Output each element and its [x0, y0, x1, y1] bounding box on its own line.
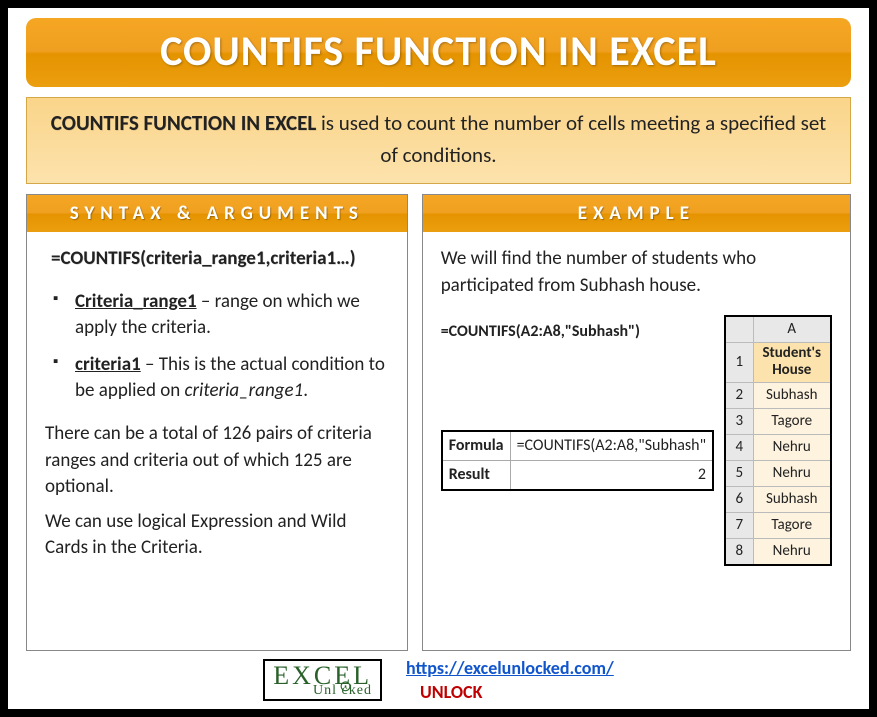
- row-header: 4: [725, 434, 753, 460]
- title-banner: COUNTIFS FUNCTION IN EXCEL: [26, 18, 851, 87]
- table-row: 5Nehru: [725, 460, 831, 486]
- corner-cell: [725, 316, 753, 343]
- column-header: A: [753, 316, 831, 343]
- row-header: 7: [725, 512, 753, 538]
- description-rest: is used to count the number of cells mee…: [316, 110, 826, 168]
- table-row: 8Nehru: [725, 538, 831, 565]
- argument-item: criteria1 – This is the actual condition…: [53, 352, 389, 405]
- syntax-note-1: There can be a total of 126 pairs of cri…: [45, 421, 389, 501]
- row-header: 1: [725, 343, 753, 383]
- formula-result-table: Formula =COUNTIFS(A2:A8,"Subhash" Result…: [441, 430, 714, 492]
- argument-name: Criteria_range1: [75, 290, 197, 313]
- result-label-cell: Result: [442, 460, 510, 490]
- footer: EXCEL Unl cked ⊙ https://excelunlocked.c…: [26, 651, 851, 703]
- example-header: EXAMPLE: [423, 195, 850, 232]
- sheet-header-text: Student's House: [762, 344, 821, 379]
- sheet-data-cell: Nehru: [753, 434, 831, 460]
- syntax-note-2: We can use logical Expression and Wild C…: [45, 509, 389, 562]
- sheet-data-cell: Subhash: [753, 486, 831, 512]
- example-left-col: =COUNTIFS(A2:A8,"Subhash") Formula =COUN…: [441, 315, 714, 491]
- table-row: 3Tagore: [725, 408, 831, 434]
- sheet-data-cell: Tagore: [753, 512, 831, 538]
- table-row: A: [725, 316, 831, 343]
- argument-name: criteria1: [75, 353, 141, 376]
- page-title: COUNTIFS FUNCTION IN EXCEL: [26, 26, 851, 77]
- row-header: 2: [725, 382, 753, 408]
- syntax-panel: SYNTAX & ARGUMENTS =COUNTIFS(criteria_ra…: [26, 194, 408, 651]
- example-body: We will find the number of students who …: [423, 232, 850, 650]
- sheet-data-cell: Tagore: [753, 408, 831, 434]
- argument-desc-post: .: [303, 379, 308, 402]
- result-value-cell: 2: [510, 460, 713, 490]
- description-box: COUNTIFS FUNCTION IN EXCEL is used to co…: [26, 97, 851, 184]
- argument-list: Criteria_range1 – range on which we appl…: [45, 289, 389, 405]
- sheet-data-cell: Subhash: [753, 382, 831, 408]
- description-lead: COUNTIFS FUNCTION IN EXCEL: [51, 110, 316, 136]
- row-header: 8: [725, 538, 753, 565]
- footer-url-link[interactable]: https://excelunlocked.com/: [406, 657, 614, 679]
- formula-value-cell: =COUNTIFS(A2:A8,"Subhash": [510, 431, 713, 461]
- table-row: 2Subhash: [725, 382, 831, 408]
- columns: SYNTAX & ARGUMENTS =COUNTIFS(criteria_ra…: [26, 194, 851, 651]
- example-row: =COUNTIFS(A2:A8,"Subhash") Formula =COUN…: [441, 315, 832, 566]
- footer-links: https://excelunlocked.com/ UNLOCK: [406, 657, 614, 703]
- syntax-header: SYNTAX & ARGUMENTS: [27, 195, 407, 232]
- logo: EXCEL Unl cked ⊙: [263, 659, 382, 701]
- syntax-formula: =COUNTIFS(criteria_range1,criteria1…): [45, 246, 389, 273]
- row-header: 5: [725, 460, 753, 486]
- example-panel: EXAMPLE We will find the number of stude…: [422, 194, 851, 651]
- table-row: 6Subhash: [725, 486, 831, 512]
- row-header: 3: [725, 408, 753, 434]
- sheet-header-cell: Student's House: [753, 343, 831, 383]
- table-row: 1 Student's House: [725, 343, 831, 383]
- row-header: 6: [725, 486, 753, 512]
- infographic-container: COUNTIFS FUNCTION IN EXCEL COUNTIFS FUNC…: [8, 8, 869, 709]
- sheet-data-cell: Nehru: [753, 460, 831, 486]
- sheet-data-cell: Nehru: [753, 538, 831, 565]
- formula-label-cell: Formula: [442, 431, 510, 461]
- key-icon: ⊙: [339, 681, 352, 695]
- argument-item: Criteria_range1 – range on which we appl…: [53, 289, 389, 342]
- table-row: 4Nehru: [725, 434, 831, 460]
- table-row: Result 2: [442, 460, 713, 490]
- table-row: Formula =COUNTIFS(A2:A8,"Subhash": [442, 431, 713, 461]
- argument-desc-italic: criteria_range1: [185, 379, 304, 402]
- example-intro: We will find the number of students who …: [441, 246, 832, 299]
- table-row: 7Tagore: [725, 512, 831, 538]
- footer-unlock-text: UNLOCK: [420, 681, 614, 703]
- syntax-body: =COUNTIFS(criteria_range1,criteria1…) Cr…: [27, 232, 407, 650]
- excel-sheet-table: A 1 Student's House 2Subhash 3Tagore 4Ne…: [724, 315, 832, 566]
- example-formula: =COUNTIFS(A2:A8,"Subhash"): [441, 321, 714, 343]
